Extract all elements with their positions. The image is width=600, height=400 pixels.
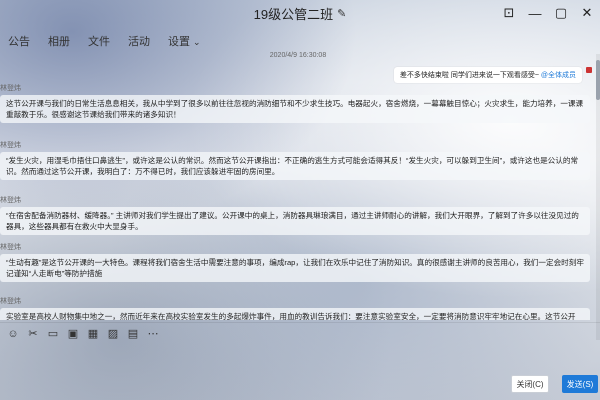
pin-icon[interactable]: ⊡ (496, 0, 522, 26)
file-icon[interactable]: ▭ (46, 327, 60, 341)
minimize-icon[interactable]: — (522, 0, 548, 26)
list-item[interactable]: 这节公开课与我们的日常生活息息相关，我从中学到了很多以前往往忽视的消防细节和不少… (0, 95, 590, 123)
sender-name[interactable]: 林登炜 (0, 195, 21, 205)
chevron-down-icon: ⌄ (193, 37, 201, 47)
tab-announcement[interactable]: 公告 (8, 33, 30, 49)
sender-name[interactable]: 林登炜 (0, 296, 21, 306)
tab-album[interactable]: 相册 (48, 33, 70, 49)
message-input[interactable] (0, 345, 600, 370)
history-icon[interactable]: ▤ (126, 327, 140, 341)
edit-pencil-icon[interactable]: ✎ (337, 7, 346, 20)
list-item[interactable]: 实验室是高校人财物集中地之一，然而近年来在高校实验室发生的多起爆炸事件，用血的教… (0, 308, 590, 320)
outgoing-text: 差不多快结束啦 同学们进来说一下观看感受~ (399, 72, 541, 79)
scissors-icon[interactable]: ✂ (26, 327, 40, 341)
folder-icon[interactable]: ▨ (106, 327, 120, 341)
tab-settings[interactable]: 设置 ⌄ (168, 33, 201, 49)
screenshot-icon[interactable]: ▣ (66, 327, 80, 341)
list-item[interactable]: “在宿舍配备消防器材、缓降器。” 主讲师对我们学生提出了建议。公开课中的桌上，消… (0, 207, 590, 235)
input-toolbar: ☺ ✂ ▭ ▣ ▦ ▨ ▤ ⋯ (0, 322, 600, 344)
close-button[interactable]: 关闭(C) (511, 375, 549, 393)
window-controls: ⊡ — ▢ ✕ (496, 0, 600, 26)
mention-all[interactable]: @全体成员 (541, 72, 576, 79)
sender-name[interactable]: 林登炜 (0, 242, 21, 252)
outgoing-bubble[interactable]: 差不多快结束啦 同学们进来说一下观看感受~ @全体成员 (393, 67, 582, 83)
image-icon[interactable]: ▦ (86, 327, 100, 341)
tab-files[interactable]: 文件 (88, 33, 110, 49)
outgoing-message: 差不多快结束啦 同学们进来说一下观看感受~ @全体成员 (393, 67, 592, 83)
emoji-icon[interactable]: ☺ (6, 327, 20, 341)
close-window-icon[interactable]: ✕ (574, 0, 600, 26)
group-title: 19级公管二班 (253, 6, 334, 22)
tab-settings-label: 设置 (168, 36, 190, 48)
send-button[interactable]: 发送(S) (562, 375, 598, 393)
list-item[interactable]: “发生火灾，用湿毛巾捂住口鼻逃生”，或许这是公认的常识。然而这节公开课指出：不正… (0, 152, 590, 180)
avatar[interactable] (586, 67, 592, 73)
sender-name[interactable]: 林登炜 (0, 83, 21, 93)
more-icon[interactable]: ⋯ (146, 327, 160, 341)
scrollbar-thumb[interactable] (596, 60, 600, 100)
list-item[interactable]: “生动有趣”是这节公开课的一大特色。课程将我们宿舍生活中需要注意的事项，编成ra… (0, 254, 590, 282)
sender-name[interactable]: 林登炜 (0, 140, 21, 150)
message-list: 2020/4/9 16:30:08 差不多快结束啦 同学们进来说一下观看感受~ … (0, 50, 596, 320)
tab-activities[interactable]: 活动 (128, 33, 150, 49)
maximize-icon[interactable]: ▢ (548, 0, 574, 26)
message-timestamp: 2020/4/9 16:30:08 (269, 52, 327, 59)
